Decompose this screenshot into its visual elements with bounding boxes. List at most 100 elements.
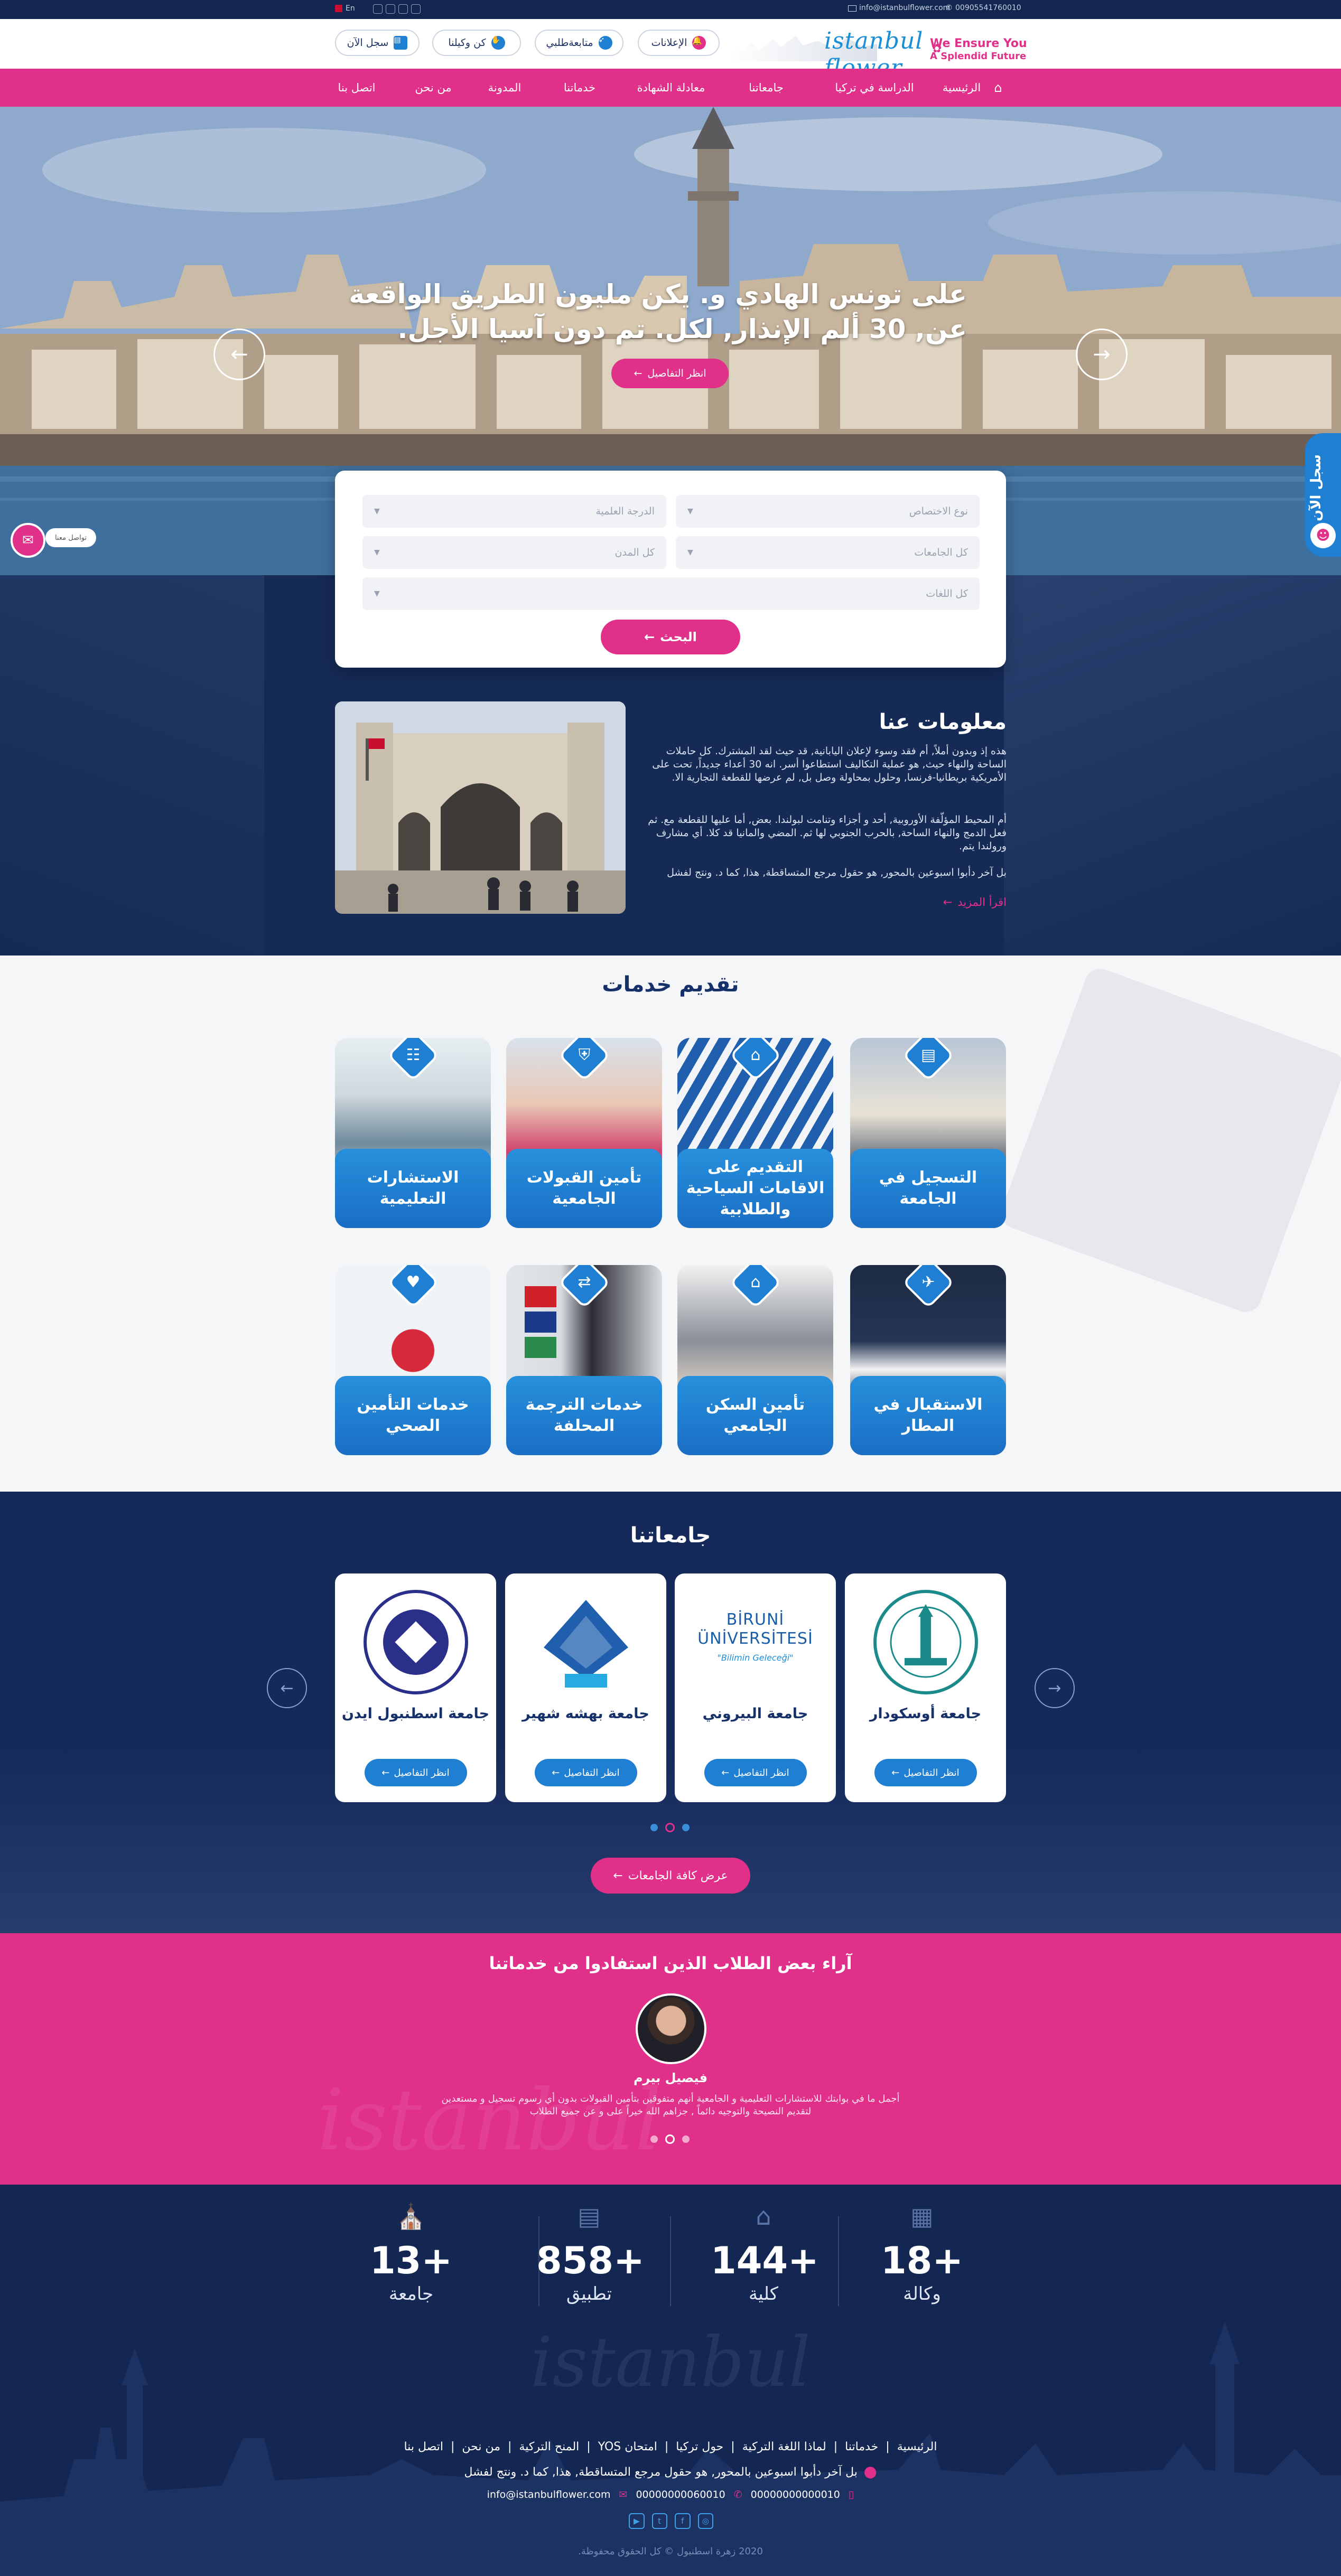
university-card-biruni[interactable]: BİRUNİ ÜNİVERSİTESİ "Bilimin Geleceği" ج… [675,1573,836,1802]
service-card-registration[interactable]: التسجيل في الجامعة ▤ [850,1038,1006,1228]
nav-item-blog[interactable]: المدونة [478,69,531,107]
hero-next-button[interactable]: → [1076,329,1128,380]
service-card-airport[interactable]: الاستقبال في المطار ✈ [850,1265,1006,1455]
service-card-health[interactable]: خدمات التأمين الصحي ♥ [335,1265,491,1455]
university-card-uskudar[interactable]: جامعة أوسكودار ← انظر التفاصيل [845,1573,1006,1802]
university-details-button[interactable]: ← انظر التفاصيل [364,1759,467,1786]
announcements-button[interactable]: الإعلانات 🔔 [638,30,720,56]
nav-item-universities[interactable]: جامعاتنا [740,69,793,107]
youtube-icon[interactable]: ▶ [629,2513,645,2529]
testimonial-dot[interactable] [682,2135,690,2143]
nav-item-home[interactable]: الرئيسية [935,69,988,107]
instagram-icon[interactable] [411,4,421,14]
register-button[interactable]: سجل الآن ▤ [335,30,420,56]
university-card-aydin[interactable]: جامعة اسطنبول ايدن ← انظر التفاصيل [335,1573,496,1802]
details-label: انظر التفاصيل [733,1767,789,1778]
degree-placeholder: الدرجة العلمية [595,505,655,517]
city-select[interactable]: كل المدن ▼ [362,536,666,569]
facebook-icon[interactable]: f [675,2513,691,2529]
stat-value: 13+ [369,2239,453,2282]
footer-link-contact[interactable]: اتصل بنا [404,2440,443,2459]
logo[interactable]: istanbul flower ✿ We Ensure You A Splend… [729,26,1027,81]
language-select[interactable]: كل اللغات ▼ [362,577,980,610]
footer-link-about-turkey[interactable]: حول تركيا [676,2440,723,2459]
become-agent-button[interactable]: كن وكيلنا ✋ [432,30,521,56]
header: istanbul flower ✿ We Ensure You A Splend… [0,19,1341,81]
track-request-button[interactable]: متابعةطلبي ➶ [535,30,623,56]
bell-icon: 🔔 [692,36,706,50]
footer-link-services[interactable]: خدماتنا [845,2440,878,2459]
carousel-dot[interactable] [650,1824,658,1831]
chat-button[interactable]: ✉ [11,523,45,558]
chevron-down-icon: ▼ [374,589,380,598]
university-details-button[interactable]: ← انظر التفاصيل [874,1759,977,1786]
register-side-tab[interactable]: سجل الآن ☻ [1305,433,1341,557]
instagram-icon[interactable]: ◎ [697,2513,713,2529]
specialty-select[interactable]: نوع الاختصاص ▼ [676,495,980,528]
uk-flag-icon[interactable] [335,5,342,12]
university-card-bahcesehir[interactable]: جامعة بهشه شهير ← انظر التفاصيل [505,1573,666,1802]
facebook-icon[interactable] [398,4,408,14]
testimonial-dot-active[interactable] [665,2134,675,2144]
footer-link-scholarships[interactable]: المنح التركية [519,2440,579,2459]
nav-item-services[interactable]: خدماتنا [553,69,606,107]
nav-item-contact[interactable]: اتصل بنا [330,69,383,107]
hero-prev-button[interactable]: ← [213,329,265,380]
service-card-housing[interactable]: تأمين السكن الجامعي ⌂ [677,1265,833,1455]
footer-link-about[interactable]: من نحن [462,2440,500,2459]
testimonial-dot[interactable] [650,2135,658,2143]
language-switch[interactable]: En [346,4,355,13]
youtube-icon[interactable] [373,4,383,14]
carousel-dot-active[interactable] [665,1823,675,1832]
hero-details-button[interactable]: ← انظر التفاصيل [611,359,729,388]
read-more-link[interactable]: ← اقرأ المزيد [935,894,1007,911]
footer-phone-1[interactable]: 00000000000010 [751,2489,840,2500]
testimonial-text-line1: أجمل ما في بوابتك للاستشارات التعليمية و… [441,2093,900,2104]
separator: | [664,2440,669,2453]
plane-icon: ✈ [921,1273,935,1291]
footer-email[interactable]: info@istanbulflower.com [487,2489,611,2500]
topbar-email[interactable]: info@istanbulflower.com [859,4,950,12]
document-icon: ▤ [920,1046,936,1064]
footer-link-home[interactable]: الرئيسية [897,2440,937,2459]
stat-label: جامعة [388,2283,434,2305]
university-select[interactable]: كل الجامعات ▼ [676,536,980,569]
campus-bg-decoration [0,1745,1341,1933]
footer-link-why-turkish[interactable]: لماذا اللغة التركية [742,2440,826,2459]
nav-item-certificate[interactable]: معادلة الشهادة [631,69,711,107]
search-button[interactable]: ← البحث [601,620,740,654]
topbar-phone[interactable]: 00905541760010 [955,4,1021,12]
service-label: الاستقبال في المطار [850,1376,1006,1455]
separator: | [833,2440,838,2453]
carousel-dot[interactable] [682,1824,690,1831]
chat-label[interactable]: تواصل معنا [45,528,96,547]
service-card-residence[interactable]: التقديم على الاقامات السياحية والطلابية … [677,1038,833,1228]
stats-divider [670,2216,671,2306]
university-details-button[interactable]: ← انظر التفاصيل [704,1759,807,1786]
footer-phone-2[interactable]: 00000000060010 [636,2489,725,2500]
service-card-consulting[interactable]: الاستشارات التعليمية ☷ [335,1038,491,1228]
separator: | [886,2440,890,2453]
uk-flag-icon [525,1312,556,1333]
biruni-logo-tagline: "Bilimin Geleceği" [717,1653,794,1663]
university-details-button[interactable]: ← انظر التفاصيل [534,1759,637,1786]
universities-prev-button[interactable]: ← [267,1668,307,1708]
handshake-icon: ✋ [491,36,505,50]
nav-item-study-turkey[interactable]: الدراسة في تركيا [835,69,914,107]
separator: | [450,2440,455,2453]
home-icon[interactable]: ⌂ [990,69,1006,107]
universities-next-button[interactable]: → [1035,1668,1075,1708]
twitter-icon[interactable]: t [651,2513,667,2529]
all-universities-button[interactable]: ← عرض كافة الجامعات [591,1858,750,1894]
arrow-right-icon: → [1093,342,1111,367]
footer-address: ⬤ بل آخر دأبوا اسبوعين بالمحور, هو حقول … [0,2466,1341,2479]
footer-link-yos[interactable]: امتحان YOS [598,2440,657,2459]
service-card-translation[interactable]: خدمات الترجمة المحلفة ⇄ [506,1265,662,1455]
twitter-icon[interactable] [386,4,395,14]
nav-item-about[interactable]: من نحن [407,69,460,107]
arrow-left-icon: ← [721,1767,730,1778]
degree-select[interactable]: الدرجة العلمية ▼ [362,495,666,528]
footer-watermark-logo: istanbul [530,2322,811,2402]
service-card-admissions[interactable]: تأمين القبولات الجامعية ⛨ [506,1038,662,1228]
mail-icon: ✉ [619,2489,628,2500]
